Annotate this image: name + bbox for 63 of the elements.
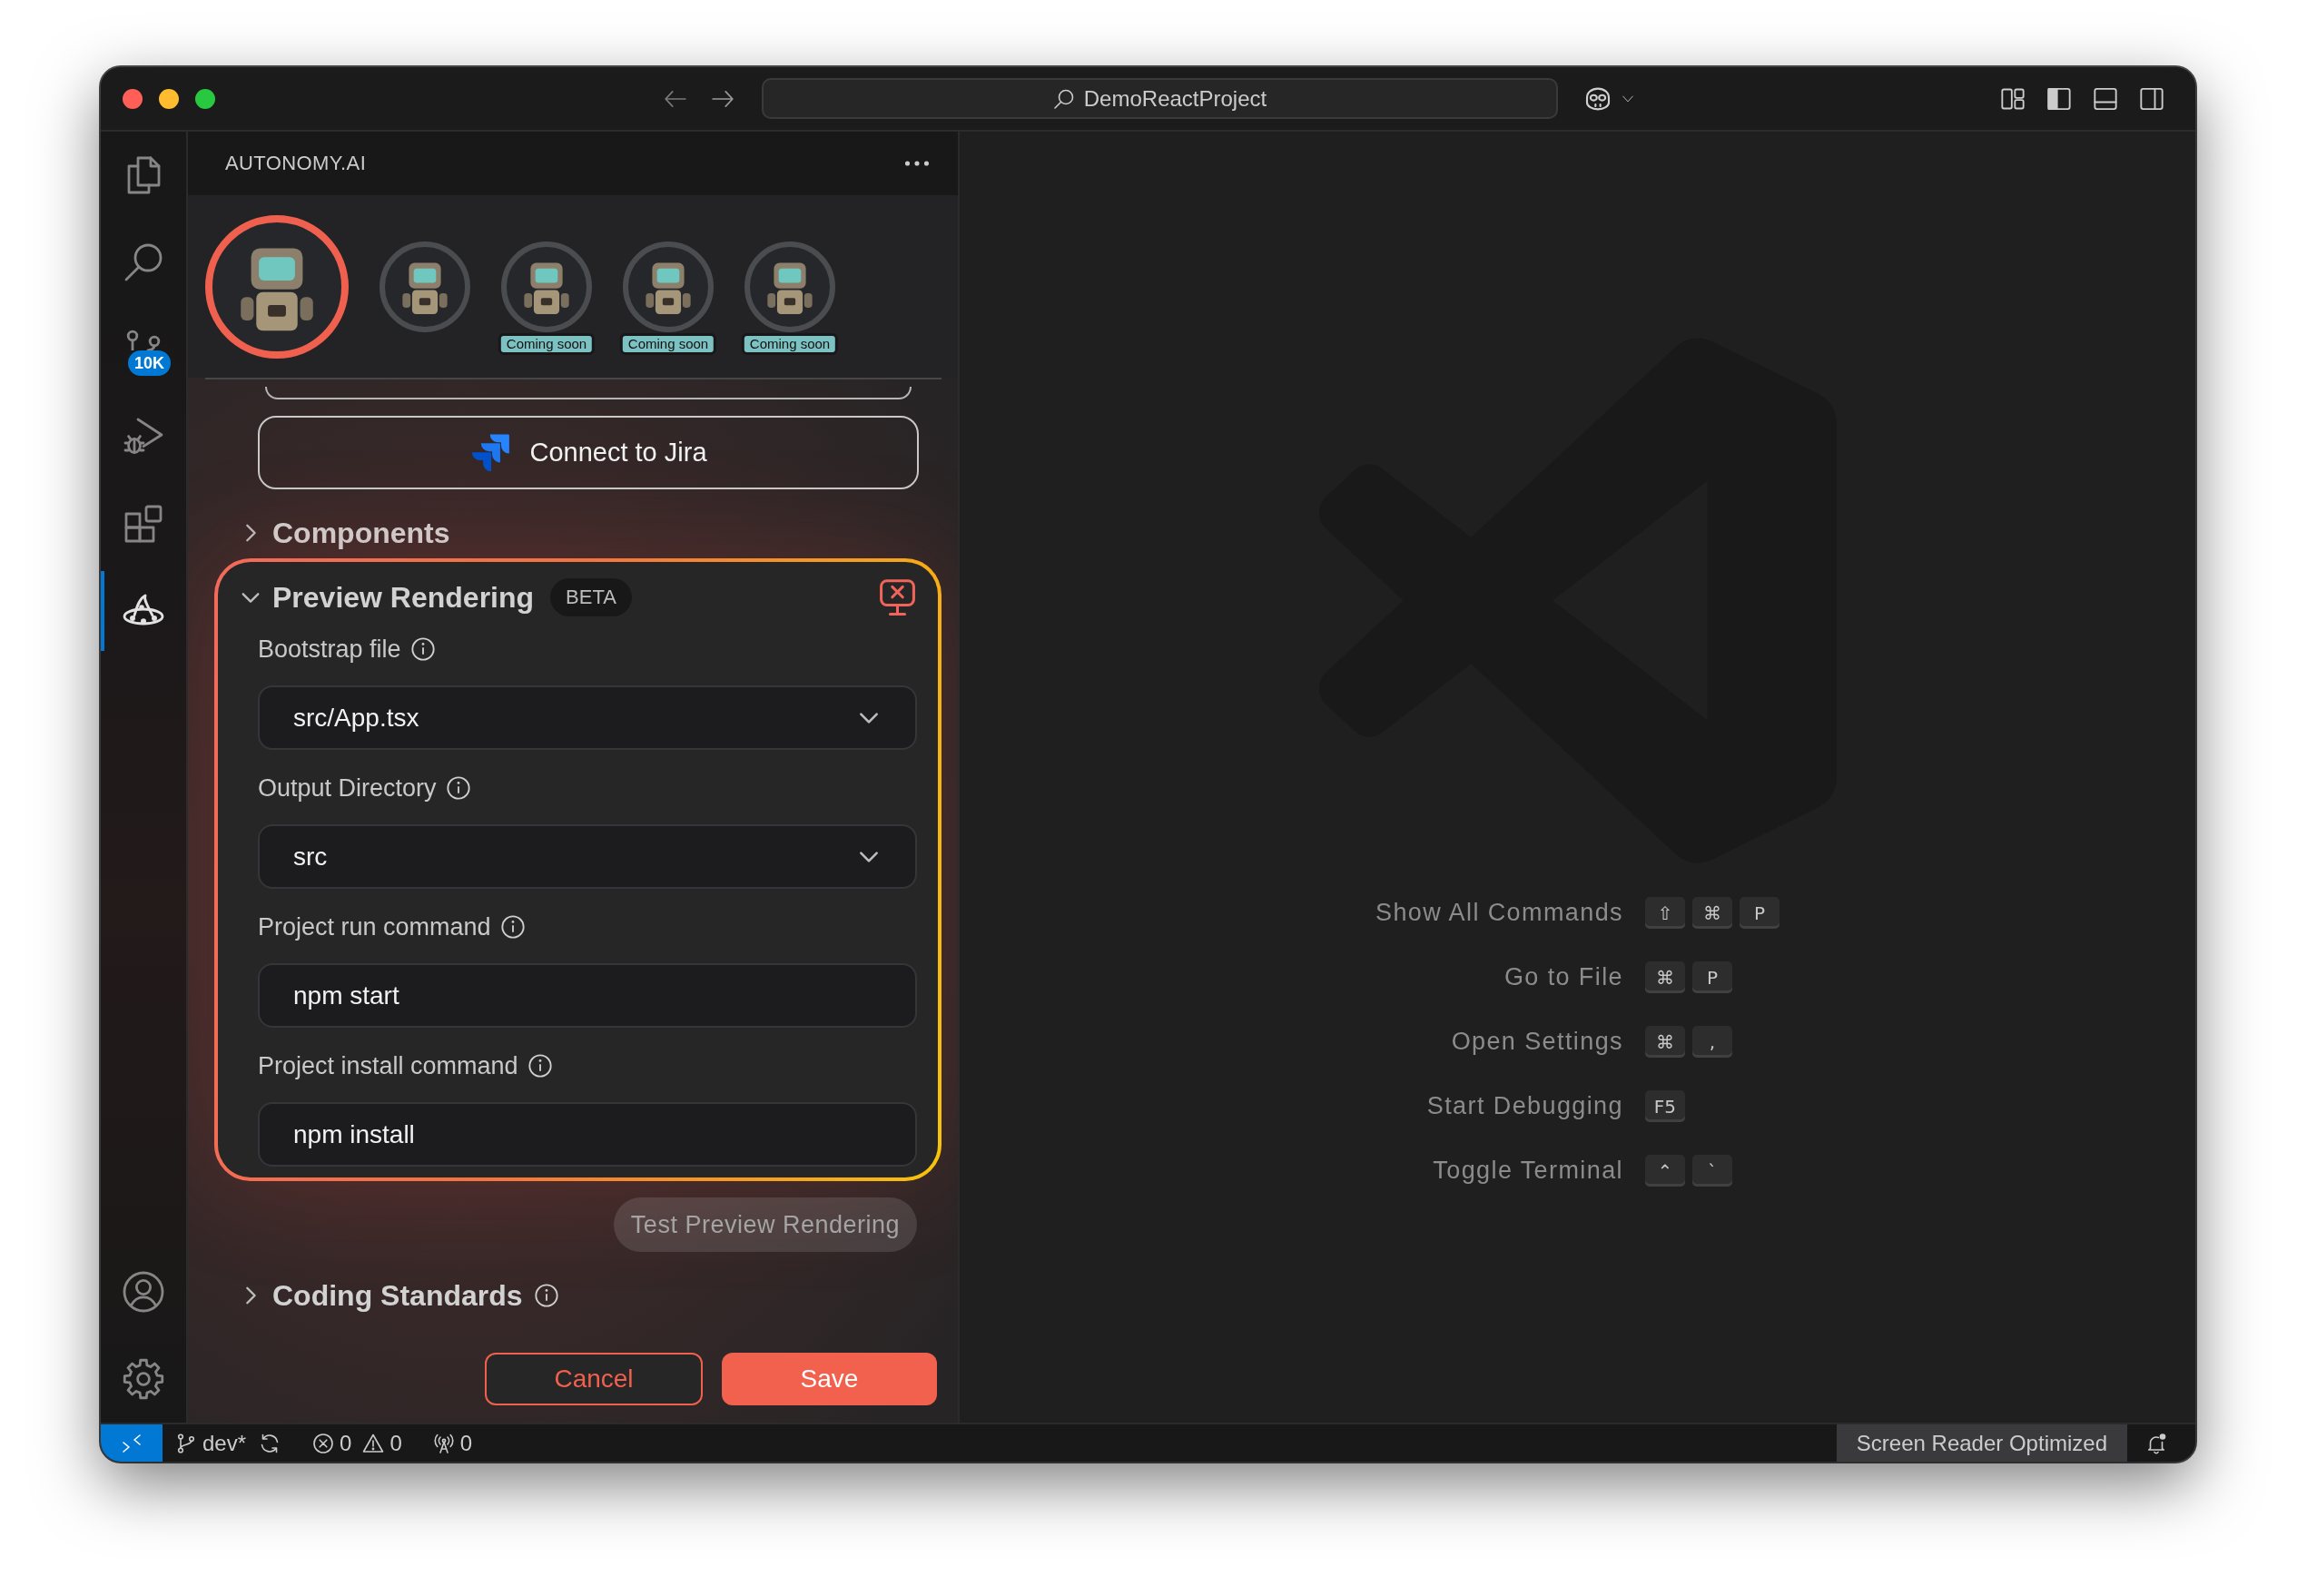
shortcut-label: Toggle Terminal (1432, 1156, 1623, 1186)
dropdown-select[interactable]: src (258, 824, 917, 889)
field-label: Bootstrap file (258, 635, 401, 664)
text-field[interactable]: npm start (258, 963, 917, 1028)
info-icon[interactable] (445, 775, 471, 801)
info-icon[interactable] (533, 1283, 559, 1308)
shortcut-label: Start Debugging (1425, 1091, 1623, 1121)
key-cap: P (1739, 897, 1779, 929)
shortcut-label: Open Settings (1450, 1027, 1623, 1057)
key-cap: ⌘ (1644, 1026, 1685, 1058)
field-label: Output Directory (258, 773, 437, 803)
monitor-close-icon[interactable] (878, 577, 917, 617)
shortcut-label: Go to File (1503, 962, 1623, 992)
warning-count[interactable]: 0 (389, 1430, 402, 1456)
count-badge: 10K (128, 350, 172, 376)
panel-bottom-icon[interactable] (2093, 85, 2118, 112)
info-icon[interactable] (527, 1053, 553, 1079)
close-icon[interactable] (123, 88, 143, 109)
account-icon[interactable] (122, 1270, 165, 1314)
sidebar-title: AUTONOMY.AI (225, 152, 367, 175)
key-cap: ⇧ (1644, 897, 1685, 929)
screen-reader-mode-button[interactable]: Screen Reader Optimized (1836, 1424, 2127, 1462)
key-cap: P (1691, 961, 1732, 993)
settings-icon[interactable] (122, 1357, 165, 1401)
coming-soon-badge: Coming soon (619, 332, 717, 355)
error-icon[interactable] (312, 1432, 335, 1454)
coming-soon-badge: Coming soon (741, 332, 839, 355)
key-cap: ⌃ (1644, 1155, 1685, 1187)
branch-icon[interactable] (175, 1432, 197, 1454)
cancel-button[interactable]: Cancel (485, 1353, 703, 1405)
section-header[interactable]: Preview Rendering (241, 580, 535, 615)
error-count[interactable]: 0 (340, 1430, 352, 1456)
sidebar-left-icon[interactable] (2046, 85, 2072, 112)
search-icon (1052, 87, 1075, 110)
sidebar-right-icon[interactable] (2139, 85, 2164, 112)
warning-icon[interactable] (362, 1432, 385, 1454)
key-cap: F5 (1644, 1090, 1685, 1122)
key-cap: ⌘ (1644, 961, 1685, 993)
section-header[interactable]: Coding Standards (241, 1278, 523, 1313)
key-cap: ⌘ (1691, 897, 1732, 929)
beta-badge: BETA (550, 578, 632, 616)
key-cap: ` (1691, 1155, 1732, 1187)
antenna-icon[interactable] (432, 1432, 455, 1454)
maximize-icon[interactable] (195, 88, 215, 109)
field-label: Project run command (258, 912, 491, 941)
field-label: Project install command (258, 1051, 518, 1080)
text-field[interactable]: npm install (258, 1102, 917, 1167)
command-center[interactable]: DemoReactProject (762, 78, 1558, 119)
info-icon[interactable] (409, 636, 436, 662)
coming-soon-badge: Coming soon (498, 332, 596, 355)
branch-name[interactable]: dev* (202, 1430, 247, 1456)
shortcut-label: Show All Commands (1375, 898, 1623, 928)
remote-button[interactable] (101, 1424, 163, 1462)
minimize-icon[interactable] (159, 88, 179, 109)
chevron-stack-icon (469, 432, 510, 473)
port-count[interactable]: 0 (459, 1430, 473, 1456)
connect-button[interactable]: Connect to Jira (258, 416, 919, 489)
info-icon[interactable] (499, 914, 526, 940)
dropdown-select[interactable]: src/App.tsx (258, 685, 917, 750)
remote-icon (121, 1432, 143, 1454)
bell-icon[interactable] (2145, 1432, 2167, 1454)
key-cap: , (1691, 1026, 1732, 1058)
section-header[interactable]: Components (241, 516, 450, 550)
